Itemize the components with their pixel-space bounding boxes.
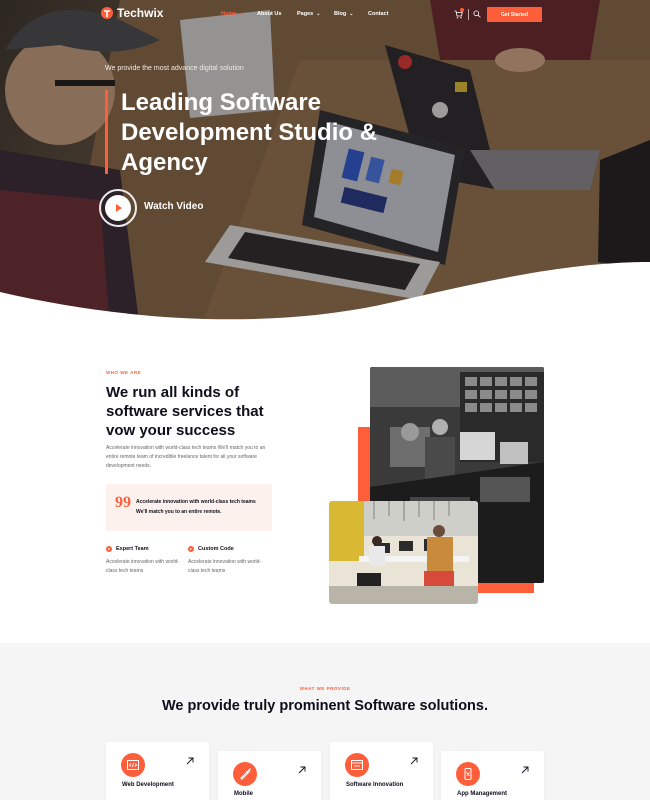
arrow-circle-icon bbox=[188, 546, 194, 552]
nav-item-home[interactable]: Home ⌄ bbox=[221, 11, 257, 17]
service-card-title: Software Innovation bbox=[346, 782, 404, 788]
service-card-title: App Management bbox=[457, 791, 508, 797]
service-card-web-development[interactable]: Web Development bbox=[106, 742, 209, 800]
nav-item-label: About Us bbox=[257, 11, 282, 17]
logo-icon bbox=[101, 7, 113, 19]
service-card-title: Mobile bbox=[234, 791, 253, 797]
arrow-circle-icon bbox=[106, 546, 112, 552]
feature-title: Expert Team bbox=[116, 546, 149, 552]
nav-item-about-us[interactable]: About Us bbox=[257, 11, 297, 17]
services-section: WHAT WE PROVIDE We provide truly promine… bbox=[0, 643, 650, 800]
feature-custom-code: Custom Code Accelerate innovation with w… bbox=[188, 546, 268, 576]
hero-tagline: We provide the most advance digital solu… bbox=[105, 65, 244, 72]
nav-item-label: Pages bbox=[297, 11, 314, 17]
about-subtitle: WHO WE ARE bbox=[106, 370, 142, 375]
quote-icon: 99 bbox=[115, 494, 131, 511]
arrow-up-right-icon[interactable] bbox=[297, 765, 307, 775]
services-title: We provide truly prominent Software solu… bbox=[161, 698, 489, 714]
service-card-app-management[interactable]: App Management bbox=[441, 751, 544, 800]
hero-section: Techwix Home ⌄ About Us Pages ⌄ Blog ⌄ C… bbox=[0, 0, 650, 330]
quote-box: 99 Accelerate innovation with world-clas… bbox=[106, 484, 272, 531]
photo-accent-bar-bottom bbox=[478, 583, 534, 593]
watch-video-link[interactable]: Watch Video bbox=[144, 201, 203, 212]
play-icon bbox=[116, 204, 122, 212]
services-subtitle: WHAT WE PROVIDE bbox=[299, 686, 351, 691]
nav-item-label: Contact bbox=[368, 11, 389, 17]
chevron-down-icon: ⌄ bbox=[316, 11, 321, 17]
nav-menu: Home ⌄ About Us Pages ⌄ Blog ⌄ Contact bbox=[221, 11, 398, 17]
service-card-title: Web Development bbox=[122, 782, 174, 788]
nav-item-contact[interactable]: Contact bbox=[368, 11, 398, 17]
hero-accent-bar bbox=[105, 90, 108, 174]
rocket-icon bbox=[233, 762, 257, 786]
about-description: Accelerate innovation with world-class t… bbox=[106, 445, 266, 469]
play-video-button[interactable] bbox=[99, 189, 137, 227]
service-card-mobile[interactable]: Mobile bbox=[218, 751, 321, 800]
cart-badge bbox=[460, 8, 464, 12]
feature-description: Accelerate innovation with world-class t… bbox=[106, 559, 180, 574]
navbar: Techwix Home ⌄ About Us Pages ⌄ Blog ⌄ C… bbox=[0, 0, 650, 30]
about-title: We run all kinds of software services th… bbox=[106, 384, 264, 439]
nav-item-pages[interactable]: Pages ⌄ bbox=[297, 11, 334, 17]
quote-text: Accelerate innovation with world-class t… bbox=[136, 499, 256, 515]
nav-item-label: Home bbox=[221, 11, 237, 17]
feature-description: Accelerate innovation with world-class t… bbox=[188, 559, 262, 574]
phone-icon bbox=[456, 762, 480, 786]
hero-title: Leading Software Development Studio & Ag… bbox=[121, 89, 378, 176]
arrow-up-right-icon[interactable] bbox=[409, 756, 419, 766]
chevron-down-icon: ⌄ bbox=[239, 11, 244, 17]
search-icon[interactable] bbox=[473, 10, 481, 18]
play-button-circle bbox=[105, 195, 131, 221]
browser-icon bbox=[345, 753, 369, 777]
nav-item-blog[interactable]: Blog ⌄ bbox=[334, 11, 368, 17]
logo[interactable]: Techwix bbox=[100, 6, 163, 20]
brand-name: Techwix bbox=[117, 6, 164, 20]
feature-expert-team: Expert Team Accelerate innovation with w… bbox=[106, 546, 186, 576]
service-card-software-innovation[interactable]: Software Innovation bbox=[330, 742, 433, 800]
get-started-button[interactable]: Get Started bbox=[487, 7, 542, 22]
arrow-up-right-icon[interactable] bbox=[520, 765, 530, 775]
team-office-photo bbox=[329, 501, 478, 604]
code-icon bbox=[121, 753, 145, 777]
nav-divider bbox=[468, 9, 469, 20]
chevron-down-icon: ⌄ bbox=[349, 11, 354, 17]
nav-item-label: Blog bbox=[334, 11, 347, 17]
feature-title: Custom Code bbox=[198, 546, 234, 552]
arrow-up-right-icon[interactable] bbox=[185, 756, 195, 766]
